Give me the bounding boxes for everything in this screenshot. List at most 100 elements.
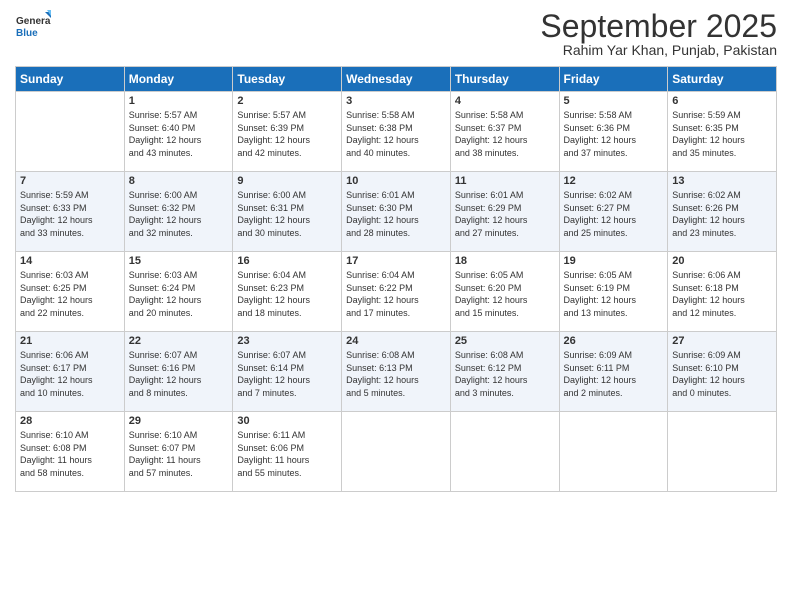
day-number: 17 xyxy=(346,255,446,267)
day-info: Sunrise: 6:05 AM Sunset: 6:19 PM Dayligh… xyxy=(564,269,664,319)
cell-w2-d3: 9 Sunrise: 6:00 AM Sunset: 6:31 PM Daylig… xyxy=(233,172,342,252)
day-number: 4 xyxy=(455,95,555,107)
cell-w5-d5 xyxy=(450,412,559,492)
day-info: Sunrise: 6:08 AM Sunset: 6:13 PM Dayligh… xyxy=(346,349,446,399)
cell-w5-d1: 28 Sunrise: 6:10 AM Sunset: 6:08 PM Dayli… xyxy=(16,412,125,492)
day-number: 22 xyxy=(129,335,229,347)
cell-w1-d7: 6 Sunrise: 5:59 AM Sunset: 6:35 PM Daylig… xyxy=(668,92,777,172)
cell-w5-d2: 29 Sunrise: 6:10 AM Sunset: 6:07 PM Dayli… xyxy=(124,412,233,492)
day-info: Sunrise: 6:07 AM Sunset: 6:14 PM Dayligh… xyxy=(237,349,337,399)
day-number: 6 xyxy=(672,95,772,107)
cell-w4-d1: 21Sunrise: 6:06 AM Sunset: 6:17 PM Dayli… xyxy=(16,332,125,412)
week-row-1: 1Sunrise: 5:57 AM Sunset: 6:40 PM Daylig… xyxy=(16,92,777,172)
day-info: Sunrise: 6:01 AM Sunset: 6:29 PM Dayligh… xyxy=(455,189,555,239)
cell-w2-d1: 7 Sunrise: 5:59 AM Sunset: 6:33 PM Daylig… xyxy=(16,172,125,252)
page: General Blue September 2025 Rahim Yar Kh… xyxy=(0,0,792,612)
day-number: 13 xyxy=(672,175,772,187)
day-info: Sunrise: 6:09 AM Sunset: 6:10 PM Dayligh… xyxy=(672,349,772,399)
cell-w3-d1: 14 Sunrise: 6:03 AM Sunset: 6:25 PM Dayli… xyxy=(16,252,125,332)
week-row-5: 28 Sunrise: 6:10 AM Sunset: 6:08 PM Dayli… xyxy=(16,412,777,492)
cell-w4-d4: 24Sunrise: 6:08 AM Sunset: 6:13 PM Dayli… xyxy=(342,332,451,412)
day-number: 7 xyxy=(20,175,120,187)
day-info: Sunrise: 5:58 AM Sunset: 6:38 PM Dayligh… xyxy=(346,109,446,159)
day-number: 15 xyxy=(129,255,229,267)
day-info: Sunrise: 6:02 AM Sunset: 6:26 PM Dayligh… xyxy=(672,189,772,239)
cell-w1-d1 xyxy=(16,92,125,172)
day-number: 25 xyxy=(455,335,555,347)
day-number: 3 xyxy=(346,95,446,107)
day-number: 29 xyxy=(129,415,229,427)
header: General Blue September 2025 Rahim Yar Kh… xyxy=(15,10,777,58)
calendar-table: Sunday Monday Tuesday Wednesday Thursday… xyxy=(15,66,777,492)
day-number: 14 xyxy=(20,255,120,267)
col-sunday: Sunday xyxy=(16,67,125,92)
day-info: Sunrise: 6:03 AM Sunset: 6:25 PM Dayligh… xyxy=(20,269,120,319)
day-info: Sunrise: 6:01 AM Sunset: 6:30 PM Dayligh… xyxy=(346,189,446,239)
week-row-2: 7 Sunrise: 5:59 AM Sunset: 6:33 PM Daylig… xyxy=(16,172,777,252)
cell-w5-d6 xyxy=(559,412,668,492)
day-info: Sunrise: 5:58 AM Sunset: 6:36 PM Dayligh… xyxy=(564,109,664,159)
cell-w4-d5: 25 Sunrise: 6:08 AM Sunset: 6:12 PM Dayli… xyxy=(450,332,559,412)
cell-w2-d7: 13 Sunrise: 6:02 AM Sunset: 6:26 PM Dayli… xyxy=(668,172,777,252)
day-number: 21 xyxy=(20,335,120,347)
day-number: 18 xyxy=(455,255,555,267)
cell-w3-d6: 19 Sunrise: 6:05 AM Sunset: 6:19 PM Dayli… xyxy=(559,252,668,332)
day-info: Sunrise: 6:04 AM Sunset: 6:23 PM Dayligh… xyxy=(237,269,337,319)
day-number: 8 xyxy=(129,175,229,187)
svg-text:General: General xyxy=(16,16,51,27)
day-info: Sunrise: 6:00 AM Sunset: 6:32 PM Dayligh… xyxy=(129,189,229,239)
day-number: 28 xyxy=(20,415,120,427)
svg-text:Blue: Blue xyxy=(16,28,38,39)
cell-w5-d4 xyxy=(342,412,451,492)
header-row: Sunday Monday Tuesday Wednesday Thursday… xyxy=(16,67,777,92)
day-info: Sunrise: 6:10 AM Sunset: 6:08 PM Dayligh… xyxy=(20,429,120,479)
month-title: September 2025 xyxy=(540,10,777,42)
cell-w1-d6: 5Sunrise: 5:58 AM Sunset: 6:36 PM Daylig… xyxy=(559,92,668,172)
day-number: 1 xyxy=(129,95,229,107)
logo-svg: General Blue xyxy=(15,10,51,46)
day-info: Sunrise: 6:05 AM Sunset: 6:20 PM Dayligh… xyxy=(455,269,555,319)
day-info: Sunrise: 5:59 AM Sunset: 6:35 PM Dayligh… xyxy=(672,109,772,159)
col-wednesday: Wednesday xyxy=(342,67,451,92)
col-monday: Monday xyxy=(124,67,233,92)
col-tuesday: Tuesday xyxy=(233,67,342,92)
cell-w4-d3: 23Sunrise: 6:07 AM Sunset: 6:14 PM Dayli… xyxy=(233,332,342,412)
day-number: 30 xyxy=(237,415,337,427)
cell-w1-d5: 4Sunrise: 5:58 AM Sunset: 6:37 PM Daylig… xyxy=(450,92,559,172)
day-info: Sunrise: 6:09 AM Sunset: 6:11 PM Dayligh… xyxy=(564,349,664,399)
col-friday: Friday xyxy=(559,67,668,92)
day-number: 27 xyxy=(672,335,772,347)
location: Rahim Yar Khan, Punjab, Pakistan xyxy=(540,42,777,58)
cell-w2-d5: 11Sunrise: 6:01 AM Sunset: 6:29 PM Dayli… xyxy=(450,172,559,252)
cell-w2-d6: 12Sunrise: 6:02 AM Sunset: 6:27 PM Dayli… xyxy=(559,172,668,252)
day-info: Sunrise: 6:08 AM Sunset: 6:12 PM Dayligh… xyxy=(455,349,555,399)
day-info: Sunrise: 5:57 AM Sunset: 6:39 PM Dayligh… xyxy=(237,109,337,159)
title-block: September 2025 Rahim Yar Khan, Punjab, P… xyxy=(540,10,777,58)
day-info: Sunrise: 6:10 AM Sunset: 6:07 PM Dayligh… xyxy=(129,429,229,479)
col-saturday: Saturday xyxy=(668,67,777,92)
cell-w1-d3: 2 Sunrise: 5:57 AM Sunset: 6:39 PM Daylig… xyxy=(233,92,342,172)
week-row-3: 14 Sunrise: 6:03 AM Sunset: 6:25 PM Dayli… xyxy=(16,252,777,332)
cell-w3-d7: 20 Sunrise: 6:06 AM Sunset: 6:18 PM Dayli… xyxy=(668,252,777,332)
day-number: 10 xyxy=(346,175,446,187)
day-info: Sunrise: 6:07 AM Sunset: 6:16 PM Dayligh… xyxy=(129,349,229,399)
cell-w5-d7 xyxy=(668,412,777,492)
cell-w4-d6: 26Sunrise: 6:09 AM Sunset: 6:11 PM Dayli… xyxy=(559,332,668,412)
day-info: Sunrise: 6:03 AM Sunset: 6:24 PM Dayligh… xyxy=(129,269,229,319)
day-info: Sunrise: 6:11 AM Sunset: 6:06 PM Dayligh… xyxy=(237,429,337,479)
cell-w3-d5: 18 Sunrise: 6:05 AM Sunset: 6:20 PM Dayli… xyxy=(450,252,559,332)
day-number: 9 xyxy=(237,175,337,187)
logo: General Blue xyxy=(15,10,51,46)
cell-w3-d3: 16Sunrise: 6:04 AM Sunset: 6:23 PM Dayli… xyxy=(233,252,342,332)
cell-w4-d2: 22 Sunrise: 6:07 AM Sunset: 6:16 PM Dayli… xyxy=(124,332,233,412)
day-info: Sunrise: 6:06 AM Sunset: 6:18 PM Dayligh… xyxy=(672,269,772,319)
cell-w1-d4: 3 Sunrise: 5:58 AM Sunset: 6:38 PM Daylig… xyxy=(342,92,451,172)
day-number: 20 xyxy=(672,255,772,267)
day-info: Sunrise: 5:59 AM Sunset: 6:33 PM Dayligh… xyxy=(20,189,120,239)
day-number: 2 xyxy=(237,95,337,107)
day-info: Sunrise: 6:04 AM Sunset: 6:22 PM Dayligh… xyxy=(346,269,446,319)
day-number: 19 xyxy=(564,255,664,267)
day-info: Sunrise: 6:00 AM Sunset: 6:31 PM Dayligh… xyxy=(237,189,337,239)
week-row-4: 21Sunrise: 6:06 AM Sunset: 6:17 PM Dayli… xyxy=(16,332,777,412)
cell-w4-d7: 27 Sunrise: 6:09 AM Sunset: 6:10 PM Dayli… xyxy=(668,332,777,412)
